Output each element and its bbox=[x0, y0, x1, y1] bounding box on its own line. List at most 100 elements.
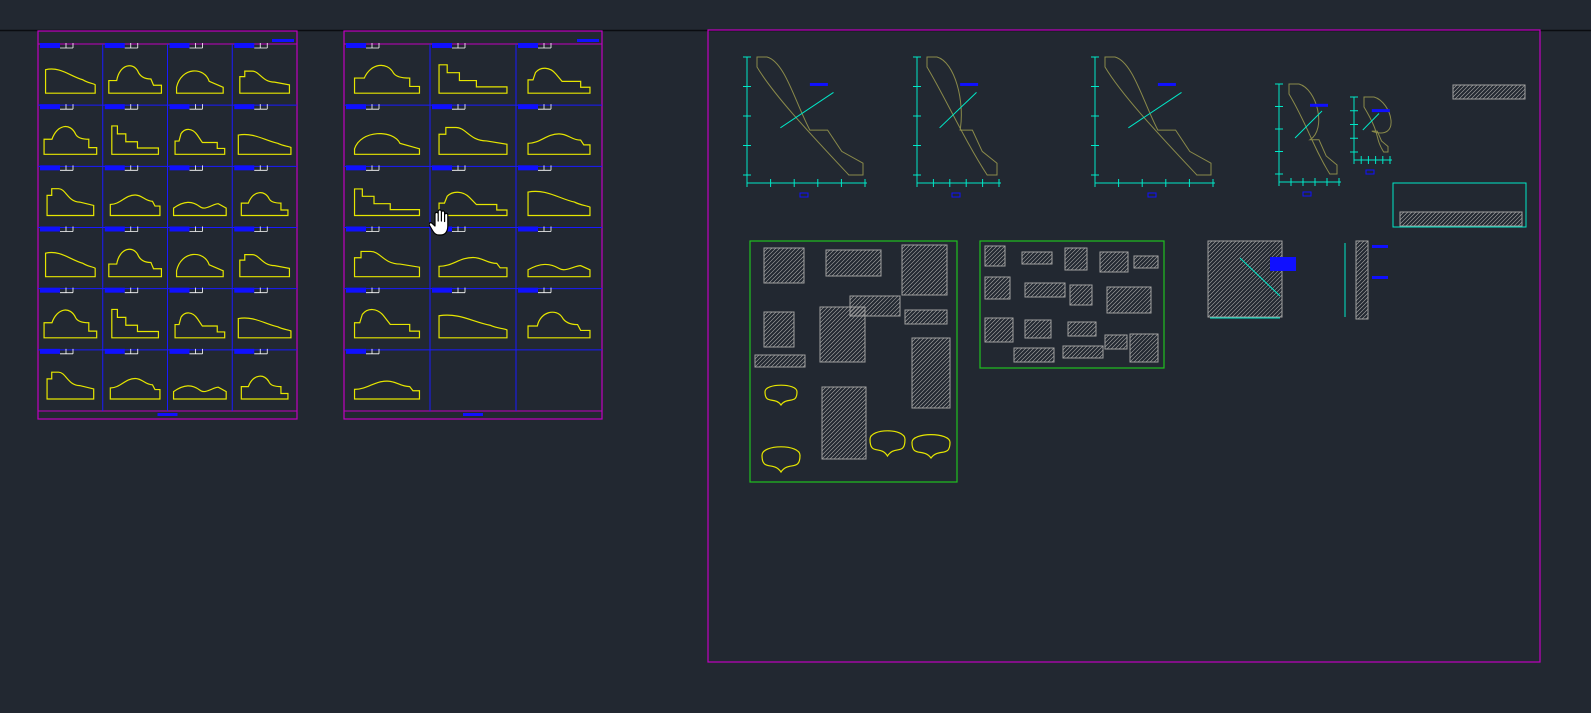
hatch-line bbox=[865, 295, 887, 317]
drawing-canvas[interactable] bbox=[0, 0, 1591, 713]
hatch-line bbox=[1026, 319, 1046, 339]
sheet-header-tag bbox=[272, 39, 294, 42]
hatch-line bbox=[984, 317, 994, 327]
cell-label-tag bbox=[518, 226, 538, 232]
hatch-line bbox=[853, 295, 875, 317]
hatch-line bbox=[831, 249, 859, 277]
cell-label-tag bbox=[104, 43, 125, 48]
molding-profile bbox=[355, 310, 420, 338]
molding-profile bbox=[175, 129, 225, 154]
hatch-line bbox=[849, 295, 855, 301]
hatch-line bbox=[942, 319, 948, 325]
molding-profile bbox=[110, 195, 160, 215]
hatch-line bbox=[821, 386, 831, 396]
hatch-line bbox=[1255, 290, 1283, 318]
molding-profile bbox=[44, 127, 97, 155]
hatch-line bbox=[996, 325, 1014, 343]
hatch-line bbox=[1510, 84, 1526, 100]
molding-profile bbox=[47, 372, 94, 399]
hatch-line bbox=[1132, 294, 1152, 314]
hatch-line bbox=[1494, 84, 1510, 100]
hatch-line bbox=[856, 353, 866, 363]
hatch-line bbox=[901, 244, 923, 266]
cell-label-tag bbox=[518, 43, 538, 48]
hatch-line bbox=[906, 309, 922, 325]
handrail-profile bbox=[869, 430, 906, 458]
hatch-line bbox=[1207, 240, 1241, 274]
hatch-line bbox=[901, 244, 911, 254]
hatch-line bbox=[849, 295, 871, 317]
cell-label-tag bbox=[346, 226, 366, 232]
hatch-line bbox=[1026, 282, 1042, 298]
profile-sheet-b[interactable] bbox=[344, 30, 602, 420]
molding-profile bbox=[355, 189, 420, 216]
hatch-line bbox=[1405, 211, 1421, 227]
hatch-line bbox=[1129, 333, 1147, 351]
hatch-line bbox=[1110, 334, 1126, 350]
hatch-line bbox=[1409, 211, 1425, 227]
hatch-line bbox=[911, 337, 945, 371]
hatch-line bbox=[1457, 211, 1473, 227]
hatch-line bbox=[1067, 321, 1073, 327]
hatch-line bbox=[1141, 345, 1159, 363]
hatch-line bbox=[827, 249, 855, 277]
hatched-section bbox=[1133, 255, 1159, 269]
molding-profile bbox=[439, 257, 507, 276]
hatch-line bbox=[1355, 240, 1361, 246]
hatch-line bbox=[845, 438, 867, 460]
cornice-section bbox=[1104, 56, 1212, 176]
detail-number bbox=[951, 192, 961, 198]
cell-label-tag bbox=[40, 348, 60, 354]
hatch-line bbox=[851, 249, 879, 277]
hatch-line bbox=[821, 402, 867, 448]
hatch-line bbox=[913, 371, 951, 409]
hatch-line bbox=[819, 306, 853, 340]
hatch-line bbox=[1106, 286, 1128, 308]
hatch-line bbox=[832, 329, 866, 363]
layout-frame[interactable] bbox=[707, 29, 1541, 663]
hatch-line bbox=[1069, 284, 1091, 306]
hatch-line bbox=[1486, 84, 1502, 100]
hatch-line bbox=[1506, 84, 1522, 100]
leader-line bbox=[939, 92, 977, 129]
hatch-line bbox=[1271, 306, 1283, 318]
hatch-line bbox=[1129, 333, 1135, 339]
cell-label-tag bbox=[169, 104, 190, 110]
hatch-line bbox=[821, 386, 867, 432]
hatch-line bbox=[938, 315, 948, 325]
cell-label-tag bbox=[346, 43, 366, 48]
hatch-line bbox=[1024, 319, 1042, 337]
hatch-line bbox=[901, 244, 907, 250]
hatch-line bbox=[1243, 278, 1283, 318]
hatch-line bbox=[911, 337, 949, 375]
hatch-line bbox=[1118, 340, 1128, 350]
callout-tag bbox=[1371, 109, 1390, 113]
hatch-line bbox=[1497, 211, 1513, 227]
profile-sheet-a[interactable] bbox=[38, 30, 297, 420]
hatch-line bbox=[1477, 211, 1493, 227]
molding-profile bbox=[112, 309, 159, 337]
hatch-line bbox=[1106, 286, 1124, 304]
hatch-line bbox=[992, 321, 1014, 343]
molding-profile bbox=[439, 315, 507, 338]
hatch-line bbox=[843, 249, 871, 277]
hatch-line bbox=[911, 339, 951, 379]
cell-label-tag bbox=[234, 226, 255, 232]
hatch-line bbox=[839, 249, 867, 277]
hatch-line bbox=[1099, 251, 1121, 273]
handrail-profile bbox=[764, 384, 798, 407]
leader-line bbox=[1362, 113, 1380, 131]
hatch-line bbox=[933, 391, 951, 409]
hatch-line bbox=[820, 317, 866, 363]
hatch-line bbox=[763, 247, 785, 269]
hatch-line bbox=[867, 262, 882, 277]
hatch-line bbox=[984, 276, 994, 286]
hatch-line bbox=[1399, 211, 1409, 221]
cell-label-tag bbox=[40, 287, 60, 293]
sheet-title-block bbox=[463, 413, 483, 416]
hatch-line bbox=[927, 275, 948, 296]
hatch-line bbox=[939, 287, 948, 296]
detail-number bbox=[1302, 191, 1312, 197]
hatch-line bbox=[1489, 211, 1505, 227]
hatch-line bbox=[1043, 351, 1055, 363]
